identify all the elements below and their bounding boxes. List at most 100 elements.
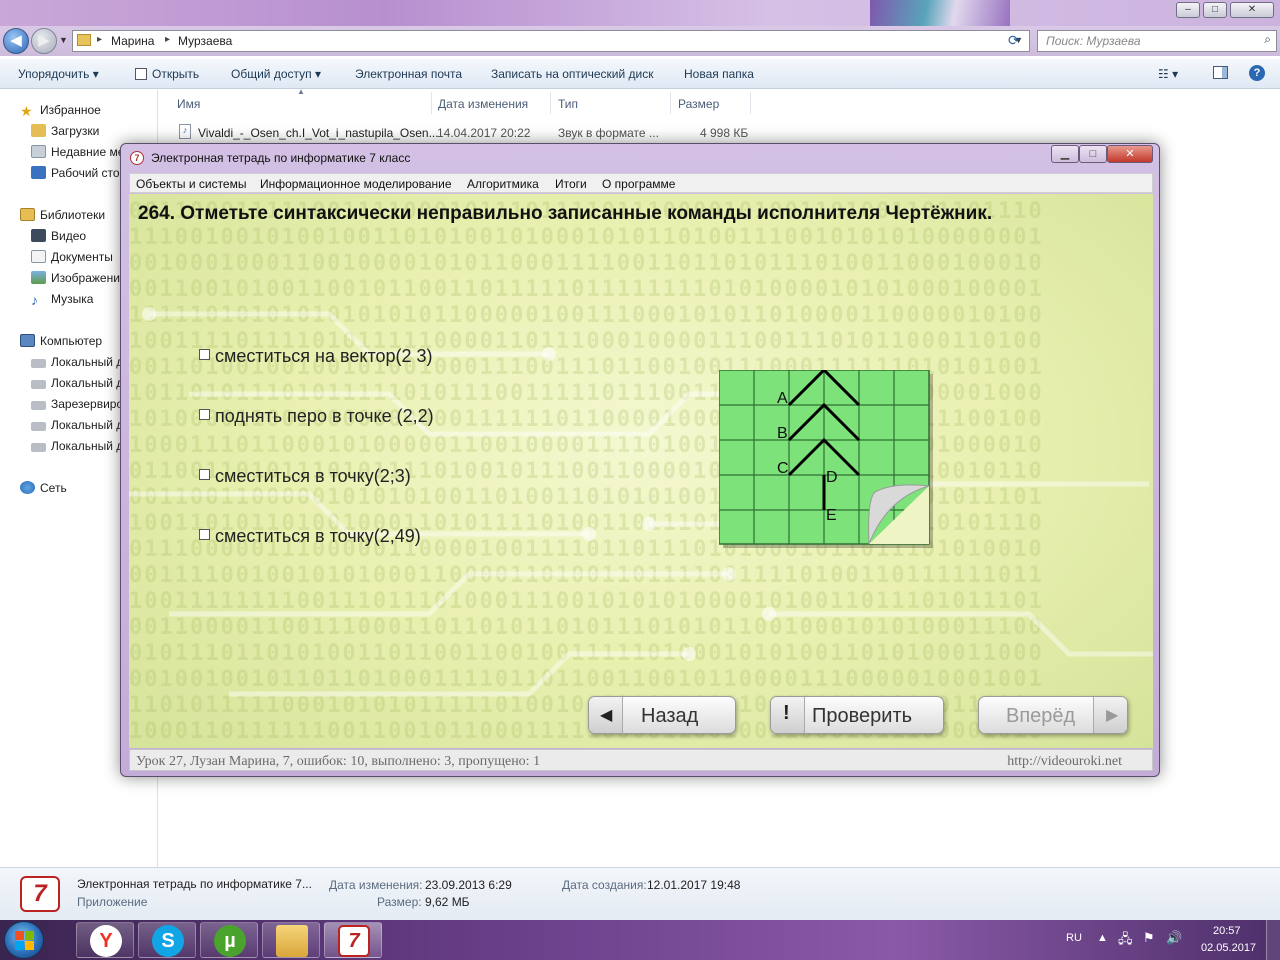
close-button[interactable]: ✕ — [1230, 2, 1274, 18]
search-input[interactable]: Поиск: Мурзаева ⌕ — [1037, 30, 1277, 52]
tray-expand-icon[interactable]: ▲ — [1097, 932, 1108, 944]
column-date[interactable]: Дата изменения — [438, 97, 528, 111]
share-button[interactable]: Общий доступ ▾ — [231, 67, 321, 81]
nav-desktop[interactable]: Рабочий сто — [31, 166, 120, 186]
burn-button[interactable]: Записать на оптический диск — [491, 67, 654, 81]
breadcrumb-marina[interactable]: Марина — [111, 34, 154, 48]
nav-pictures[interactable]: Изображени — [31, 271, 120, 291]
organize-button[interactable]: Упорядочить ▾ — [18, 67, 99, 81]
maximize-button[interactable]: □ — [1203, 2, 1227, 18]
column-divider[interactable] — [431, 92, 432, 114]
nav-libraries[interactable]: Библиотеки — [20, 208, 105, 228]
nav-recent[interactable]: Недавние ме — [31, 145, 124, 165]
check-answer-button[interactable]: ! Проверить — [770, 696, 944, 734]
email-button[interactable]: Электронная почта — [355, 67, 462, 81]
app-maximize-button[interactable]: □ — [1079, 145, 1107, 163]
nav-drive-4[interactable]: Локальный д — [31, 418, 123, 438]
drive-icon — [31, 443, 46, 452]
menu-objects-systems[interactable]: Объекты и системы — [136, 177, 246, 191]
column-divider[interactable] — [750, 92, 751, 114]
column-divider[interactable] — [670, 92, 671, 114]
answer-text: сместиться в точку(2;3) — [215, 466, 411, 486]
breadcrumb-murzaeva[interactable]: Мурзаева — [178, 34, 232, 48]
forward-lesson-button[interactable]: Вперёд ▶ — [978, 696, 1128, 734]
app-statusbar: Урок 27, Лузан Марина, 7, ошибок: 10, вы… — [129, 749, 1153, 771]
forward-label: Вперёд — [1006, 705, 1076, 727]
taskbar-utorrent[interactable]: µ — [200, 922, 258, 958]
answer-option-3[interactable]: сместиться в точку(2;3) — [199, 466, 411, 490]
column-divider[interactable] — [550, 92, 551, 114]
taskbar-skype[interactable]: S — [138, 922, 196, 958]
nav-documents[interactable]: Документы — [31, 250, 113, 270]
answer-option-1[interactable]: сместиться на вектор(2 3) — [199, 346, 433, 370]
back-button[interactable]: ◀ — [3, 28, 29, 54]
column-name[interactable]: Имя — [177, 97, 200, 111]
refresh-icon[interactable]: ⟳ — [1008, 32, 1020, 49]
language-indicator[interactable]: RU — [1066, 932, 1082, 944]
menu-info-modeling[interactable]: Информационное моделирование — [260, 177, 452, 191]
volume-icon[interactable]: 🔊 — [1166, 930, 1182, 946]
file-name[interactable]: Vivaldi_-_Osen_ch.I_Vot_i_nastupila_Osen… — [198, 126, 439, 140]
menu-results[interactable]: Итоги — [555, 177, 587, 191]
help-icon[interactable]: ? — [1249, 65, 1265, 81]
minimize-button[interactable]: – — [1176, 2, 1200, 18]
menu-about[interactable]: О программе — [602, 177, 675, 191]
app-menubar: Объекты и системы Информационное моделир… — [129, 173, 1153, 193]
new-folder-button[interactable]: Новая папка — [684, 67, 754, 81]
app-title-icon[interactable]: 7 — [130, 151, 144, 165]
breadcrumb-chevron-icon[interactable]: ▸ — [97, 34, 102, 45]
nav-drive-5[interactable]: Локальный д — [31, 439, 123, 459]
answer-checkbox[interactable] — [199, 349, 210, 360]
nav-downloads[interactable]: Загрузки — [31, 124, 99, 144]
details-created-value: 12.01.2017 19:48 — [647, 878, 741, 892]
drive-icon — [31, 380, 46, 389]
app-minimize-button[interactable]: ▁ — [1051, 145, 1079, 163]
history-dropdown-icon[interactable]: ▼ — [59, 35, 68, 45]
network-tray-icon[interactable]: 🖧 — [1118, 930, 1133, 952]
address-bar-row: ◀ ▶ ▼ ▸ Марина ▸ Мурзаева ▼ ⟳ Поиск: Мур… — [0, 26, 1280, 56]
music-icon: ♪ — [31, 292, 38, 308]
back-lesson-button[interactable]: ◀ Назад — [588, 696, 736, 734]
site-link[interactable]: http://videouroki.net — [1007, 754, 1122, 770]
forward-arrow-icon: ▶ — [1093, 697, 1127, 733]
nav-drive-1[interactable]: Локальный д — [31, 355, 123, 375]
answer-option-2[interactable]: поднять перо в точке (2,2) — [199, 406, 434, 430]
forward-button[interactable]: ▶ — [31, 28, 57, 54]
clock-date[interactable]: 02.05.2017 — [1201, 942, 1256, 954]
action-center-flag-icon[interactable]: ⚑ — [1143, 930, 1155, 946]
taskbar-yandex-browser[interactable]: Y — [76, 922, 134, 958]
menu-algorithmics[interactable]: Алгоритмика — [467, 177, 539, 191]
nav-drive-3[interactable]: Зарезервиро — [31, 397, 123, 417]
star-icon: ★ — [20, 103, 33, 119]
drive-icon — [31, 401, 46, 410]
app-close-button[interactable]: ✕ — [1107, 145, 1153, 163]
file-list-header: ▲ Имя Дата изменения Тип Размер — [160, 87, 760, 116]
preview-pane-icon[interactable] — [1213, 66, 1228, 79]
address-field[interactable]: ▸ Марина ▸ Мурзаева ▼ — [72, 30, 1030, 52]
open-button[interactable]: Открыть — [135, 67, 199, 81]
answer-checkbox[interactable] — [199, 529, 210, 540]
nav-drive-2[interactable]: Локальный д — [31, 376, 123, 396]
taskbar-explorer[interactable] — [262, 922, 320, 958]
nav-video[interactable]: Видео — [31, 229, 86, 249]
point-label-c: C — [777, 460, 789, 477]
answer-checkbox[interactable] — [199, 409, 210, 420]
nav-music[interactable]: ♪ Музыка — [31, 292, 93, 312]
show-desktop-button[interactable] — [1266, 920, 1280, 960]
column-size[interactable]: Размер — [678, 97, 719, 111]
column-type[interactable]: Тип — [558, 97, 578, 111]
start-button[interactable] — [4, 921, 44, 959]
nav-favorites[interactable]: ★ Избранное — [20, 103, 101, 123]
search-icon[interactable]: ⌕ — [1264, 32, 1271, 47]
clock-time[interactable]: 20:57 — [1213, 925, 1241, 937]
nav-computer[interactable]: Компьютер — [20, 334, 102, 354]
answer-checkbox[interactable] — [199, 469, 210, 480]
point-label-a: A — [777, 390, 788, 407]
answer-option-4[interactable]: сместиться в точку(2,49) — [199, 526, 421, 550]
desktop-icon — [31, 166, 46, 179]
nav-network[interactable]: Сеть — [20, 481, 67, 501]
taskbar-notebook-app[interactable]: 7 — [324, 922, 382, 958]
view-options-icon[interactable]: ☷ ▾ — [1158, 67, 1178, 81]
breadcrumb-chevron-icon[interactable]: ▸ — [165, 34, 170, 45]
downloads-folder-icon — [31, 124, 46, 137]
